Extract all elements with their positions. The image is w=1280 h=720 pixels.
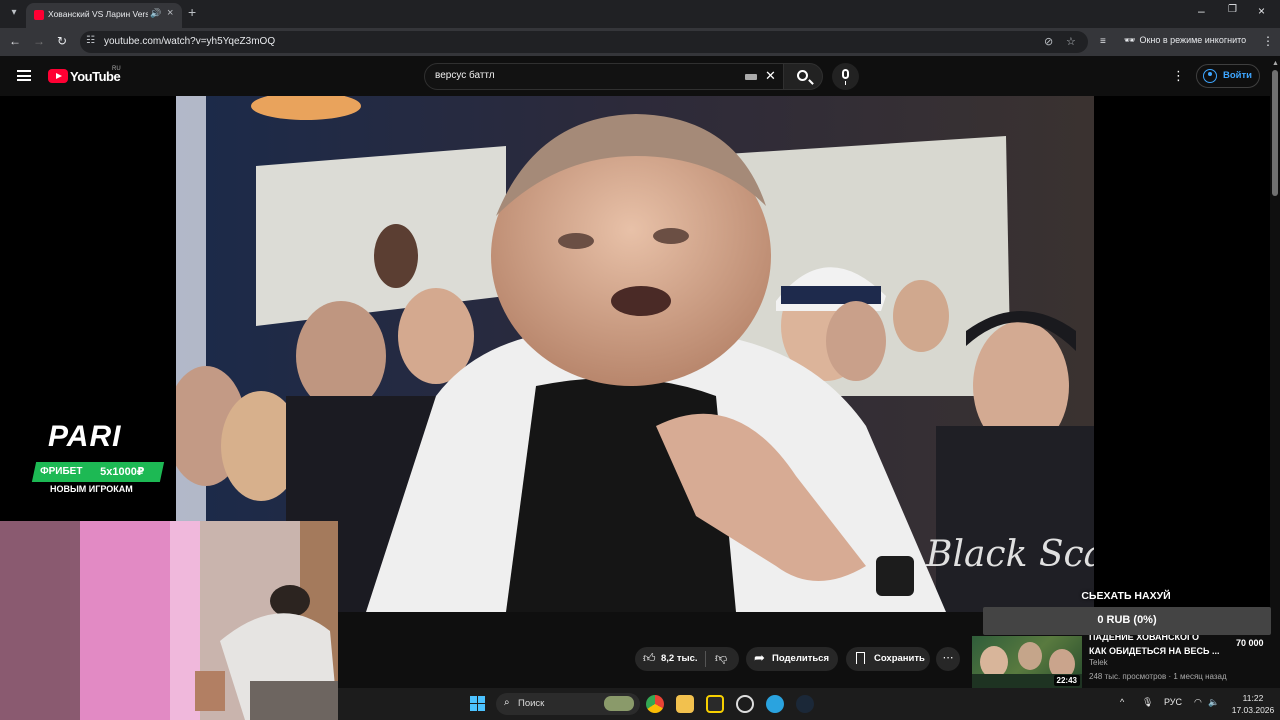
page-scrollbar[interactable]: ▲ bbox=[1270, 56, 1280, 684]
back-arrow-icon[interactable]: ← bbox=[9, 34, 21, 48]
tab-list-chevron-icon[interactable]: ▾ bbox=[6, 5, 22, 21]
like-divider bbox=[705, 651, 706, 667]
share-button[interactable]: ➦ Поделиться bbox=[746, 647, 838, 671]
new-players-label: НОВЫМ ИГРОКАМ bbox=[50, 484, 133, 494]
taskbar-search[interactable]: ⌕ Поиск bbox=[496, 693, 640, 715]
tray-chevron-icon[interactable]: ^ bbox=[1120, 697, 1124, 707]
title-line-2: КАК ОБИДЕТЬСЯ НА ВЕСЬ ... bbox=[1089, 646, 1220, 656]
region-code: RU bbox=[112, 66, 121, 72]
pari-logo: PARI bbox=[48, 420, 122, 453]
microphone-icon bbox=[842, 69, 849, 85]
channel-name[interactable]: Telek bbox=[1089, 658, 1108, 667]
new-tab-plus-icon[interactable]: + bbox=[188, 4, 196, 20]
forward-arrow-icon[interactable]: → bbox=[33, 34, 45, 48]
webcam-frame bbox=[0, 521, 338, 720]
keyboard-icon[interactable] bbox=[745, 74, 757, 80]
tray-microphone-icon[interactable]: 🎙 bbox=[1142, 697, 1153, 708]
speaker-icon[interactable]: 🔊 bbox=[150, 8, 161, 19]
bookmark-icon bbox=[856, 652, 865, 664]
window-close-icon[interactable]: × bbox=[1258, 4, 1265, 18]
telegram-icon[interactable] bbox=[766, 695, 784, 713]
obs-icon[interactable] bbox=[736, 695, 754, 713]
chrome-icon[interactable] bbox=[646, 695, 664, 713]
search-icon bbox=[797, 70, 808, 81]
site-info-icon[interactable]: ☷ bbox=[86, 35, 95, 46]
streamer-webcam bbox=[0, 521, 338, 720]
search-input[interactable]: версус баттл ✕ bbox=[424, 63, 784, 90]
save-label: Сохранить bbox=[874, 653, 925, 664]
share-arrow-icon: ➦ bbox=[754, 650, 765, 665]
donation-amount: 0 RUB (0%) bbox=[1097, 614, 1157, 626]
youtube-logo-icon[interactable] bbox=[48, 69, 68, 83]
bookmark-star-icon[interactable]: ☆ bbox=[1066, 35, 1076, 48]
window-restore-icon[interactable]: ❐ bbox=[1228, 4, 1237, 15]
file-explorer-icon[interactable] bbox=[676, 695, 694, 713]
browser-tab[interactable]: Хованский VS Ларин Versus 🔊 × bbox=[26, 3, 182, 28]
wifi-icon[interactable]: ◠ bbox=[1194, 697, 1202, 708]
volume-icon[interactable]: 🔈 bbox=[1208, 697, 1219, 708]
windows-taskbar: ⌕ Поиск ^ 🎙 РУС ◠ 🔈 11:22 17.03.2026 bbox=[338, 688, 1280, 720]
incognito-label: Окно в режиме инкогнито bbox=[1139, 35, 1247, 45]
more-actions-icon[interactable]: ⋯ bbox=[936, 647, 960, 671]
clock-time: 11:22 bbox=[1242, 693, 1264, 703]
donation-progress-bar: 0 RUB (0%) bbox=[983, 607, 1271, 635]
video-duration: 22:43 bbox=[1053, 675, 1080, 686]
incognito-indicator[interactable]: 🕶 Окно в режиме инкогнито bbox=[1124, 35, 1246, 46]
app-icon[interactable] bbox=[706, 695, 724, 713]
donation-goal-title: СЬЕХАТЬ НАХУЙ bbox=[1081, 590, 1171, 602]
bonus-label: 5x1000₽ bbox=[100, 466, 145, 478]
youtube-header: YouTube RU версус баттл ✕ ⋮ Войти bbox=[0, 56, 1270, 96]
system-clock[interactable]: 11:22 17.03.2026 bbox=[1228, 692, 1278, 716]
search-query: версус баттл bbox=[435, 70, 495, 81]
account-icon bbox=[1203, 69, 1217, 83]
banner-text: Black Scale bbox=[925, 534, 1094, 575]
share-label: Поделиться bbox=[772, 653, 830, 664]
reload-icon[interactable]: ↻ bbox=[57, 34, 67, 48]
tab-title: Хованский VS Ларин Versus bbox=[48, 9, 148, 19]
freebet-label: ФРИБЕТ bbox=[40, 466, 83, 477]
browser-menu-icon[interactable]: ⋮ bbox=[1262, 34, 1274, 48]
video-meta: 248 тыс. просмотров · 1 месяц назад bbox=[1089, 672, 1227, 681]
screen: ▾ Хованский VS Ларин Versus 🔊 × + – ❐ × … bbox=[0, 0, 1280, 720]
like-dislike-button[interactable]: 👍︎ 8,2 тыс. 👎︎ bbox=[635, 647, 739, 671]
search-button[interactable] bbox=[783, 63, 823, 90]
scroll-thumb[interactable] bbox=[1272, 70, 1278, 196]
voice-search-button[interactable] bbox=[832, 63, 859, 90]
address-bar[interactable]: ☷ youtube.com/watch?v=yh5YqeZ3mOQ ⊘ ☆ bbox=[80, 31, 1088, 53]
tab-close-icon[interactable]: × bbox=[167, 7, 173, 19]
overlay-count: 70 000 bbox=[1236, 638, 1264, 648]
steam-icon[interactable] bbox=[796, 695, 814, 713]
sign-in-label: Войти bbox=[1223, 70, 1252, 81]
search-icon: ⌕ bbox=[504, 697, 510, 708]
settings-more-icon[interactable]: ⋮ bbox=[1172, 68, 1185, 84]
freebet-badge: ФРИБЕТ 5x1000₽ bbox=[31, 462, 165, 482]
window-minimize-icon[interactable]: – bbox=[1198, 4, 1205, 18]
youtube-favicon-icon bbox=[34, 10, 44, 20]
url-text: youtube.com/watch?v=yh5YqeZ3mOQ bbox=[104, 36, 276, 47]
save-button[interactable]: Сохранить bbox=[846, 647, 930, 671]
clock-date: 17.03.2026 bbox=[1231, 705, 1275, 715]
eye-off-icon[interactable]: ⊘ bbox=[1044, 35, 1053, 48]
windows-start-icon[interactable] bbox=[470, 696, 485, 711]
search-highlight-icon bbox=[604, 696, 634, 711]
input-language[interactable]: РУС bbox=[1164, 697, 1182, 707]
like-count: 8,2 тыс. bbox=[661, 653, 698, 664]
thumbs-down-icon[interactable]: 👎︎ bbox=[715, 651, 727, 666]
incognito-icon: 🕶 bbox=[1124, 35, 1136, 45]
sign-in-button[interactable]: Войти bbox=[1196, 64, 1260, 88]
thumbs-up-icon[interactable]: 👍︎ bbox=[643, 651, 656, 666]
clear-search-icon[interactable]: ✕ bbox=[765, 68, 776, 84]
taskbar-search-label: Поиск bbox=[518, 698, 545, 709]
reading-list-icon[interactable]: ≡ bbox=[1100, 36, 1106, 47]
scroll-up-arrow-icon[interactable]: ▲ bbox=[1272, 60, 1279, 67]
browser-toolbar: ← → ↻ ☷ youtube.com/watch?v=yh5YqeZ3mOQ … bbox=[0, 28, 1280, 56]
browser-tab-bar: ▾ Хованский VS Ларин Versus 🔊 × + – ❐ × bbox=[0, 0, 1280, 28]
recommended-video-thumbnail[interactable]: 22:43 bbox=[972, 636, 1082, 688]
right-background bbox=[1094, 96, 1270, 612]
menu-hamburger-icon[interactable] bbox=[17, 70, 31, 81]
pari-advertisement[interactable]: PARI ФРИБЕТ 5x1000₽ НОВЫМ ИГРОКАМ bbox=[24, 420, 168, 498]
